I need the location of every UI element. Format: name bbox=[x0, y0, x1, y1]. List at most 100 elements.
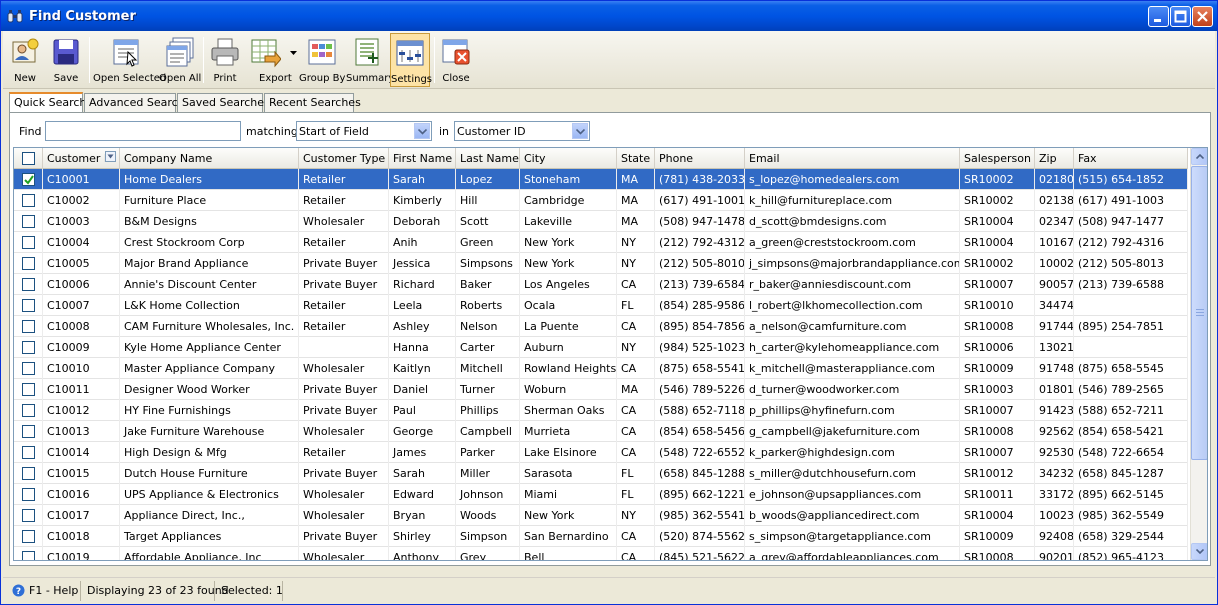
cell-zip: 10023 bbox=[1035, 505, 1074, 526]
column-header-company-name[interactable]: Company Name bbox=[120, 148, 299, 169]
column-header-state[interactable]: State bbox=[617, 148, 655, 169]
row-checkbox[interactable] bbox=[22, 467, 35, 480]
row-checkbox[interactable] bbox=[22, 404, 35, 417]
cell-salesperson: SR10007 bbox=[960, 274, 1035, 295]
table-row[interactable]: C10004 Crest Stockroom Corp Retailer Anih Gr… bbox=[14, 232, 1188, 253]
row-checkbox[interactable] bbox=[22, 299, 35, 312]
maximize-button[interactable] bbox=[1170, 6, 1191, 27]
vertical-scrollbar[interactable] bbox=[1190, 148, 1207, 560]
table-row[interactable]: C10005 Major Brand Appliance Private Buyer… bbox=[14, 253, 1188, 274]
row-checkbox[interactable] bbox=[22, 320, 35, 333]
row-checkbox[interactable] bbox=[22, 551, 35, 560]
selected-count: Selected: 1 bbox=[215, 581, 283, 601]
cell-zip: 10002 bbox=[1035, 253, 1074, 274]
table-row[interactable]: C10011 Designer Wood Worker Private Buyer D… bbox=[14, 379, 1188, 400]
table-row[interactable]: C10016 UPS Appliance & Electronics Wholesa… bbox=[14, 484, 1188, 505]
matching-select[interactable]: Start of Field bbox=[296, 121, 432, 141]
table-row[interactable]: C10014 High Design & Mfg Retailer James Park… bbox=[14, 442, 1188, 463]
title-bar[interactable]: Find Customer bbox=[1, 1, 1217, 31]
row-checkbox[interactable] bbox=[22, 509, 35, 522]
table-row[interactable]: C10003 B&M Designs Wholesaler Deborah Scott L… bbox=[14, 211, 1188, 232]
row-checkbox[interactable] bbox=[22, 530, 35, 543]
cell-phone: (854) 658-5456 bbox=[655, 421, 745, 442]
cell-customer-id: C10015 bbox=[43, 463, 120, 484]
tab-advanced-search[interactable]: Advanced Search bbox=[84, 93, 185, 112]
settings-button[interactable]: Settings bbox=[390, 33, 432, 87]
row-checkbox[interactable] bbox=[22, 236, 35, 249]
scroll-up-button[interactable] bbox=[1191, 148, 1207, 165]
select-all-checkbox[interactable] bbox=[22, 152, 35, 165]
row-checkbox[interactable] bbox=[22, 257, 35, 270]
scroll-thumb[interactable] bbox=[1191, 166, 1207, 460]
table-row[interactable]: C10010 Master Appliance Company Wholesaler… bbox=[14, 358, 1188, 379]
row-checkbox[interactable] bbox=[22, 488, 35, 501]
row-checkbox[interactable] bbox=[22, 425, 35, 438]
column-header-customer-type[interactable]: Customer Type bbox=[299, 148, 389, 169]
table-row[interactable]: C10008 CAM Furniture Wholesales, Inc. Reta… bbox=[14, 316, 1188, 337]
cell-phone: (520) 874-5562 bbox=[655, 526, 745, 547]
cell-phone: (212) 505-8010 bbox=[655, 253, 745, 274]
column-header-last-name[interactable]: Last Name bbox=[456, 148, 520, 169]
cell-customer-type: Private Buyer bbox=[299, 379, 389, 400]
tab-saved-searches[interactable]: Saved Searches bbox=[177, 93, 270, 112]
table-row[interactable]: C10015 Dutch House Furniture Private Buyer… bbox=[14, 463, 1188, 484]
new-button[interactable]: New bbox=[5, 33, 45, 87]
print-button[interactable]: Print bbox=[206, 33, 244, 87]
find-input[interactable] bbox=[45, 121, 241, 141]
table-row[interactable]: C10018 Target Appliances Private Buyer Shir… bbox=[14, 526, 1188, 547]
dropdown-arrow-icon[interactable] bbox=[290, 51, 297, 55]
thumb-grip bbox=[1196, 312, 1204, 313]
cell-phone: (658) 845-1288 bbox=[655, 463, 745, 484]
scroll-down-button[interactable] bbox=[1191, 543, 1207, 560]
close-button[interactable]: Close bbox=[437, 33, 475, 87]
row-checkbox[interactable] bbox=[22, 278, 35, 291]
row-checkbox[interactable] bbox=[22, 446, 35, 459]
table-row[interactable]: C10002 Furniture Place Retailer Kimberly Hil… bbox=[14, 190, 1188, 211]
table-row[interactable]: C10001 Home Dealers Retailer Sarah Lopez Ston… bbox=[14, 169, 1188, 190]
row-checkbox[interactable] bbox=[22, 173, 35, 186]
in-field-select[interactable]: Customer ID bbox=[454, 121, 590, 141]
row-checkbox[interactable] bbox=[22, 215, 35, 228]
cell-email: k_parker@highdesign.com bbox=[745, 442, 960, 463]
help-panel[interactable]: ? F1 - Help bbox=[7, 581, 81, 601]
close-window-button[interactable] bbox=[1192, 6, 1213, 27]
column-header-zip[interactable]: Zip bbox=[1035, 148, 1074, 169]
table-row[interactable]: C10019 Affordable Appliance, Inc Wholesale… bbox=[14, 547, 1188, 560]
table-row[interactable]: C10007 L&K Home Collection Retailer Leela Ro… bbox=[14, 295, 1188, 316]
open-all-button[interactable]: Open All bbox=[159, 33, 201, 87]
cell-company-name: Crest Stockroom Corp bbox=[120, 232, 299, 253]
cell-customer-type bbox=[299, 337, 389, 358]
results-grid: Customer ID Company Name Customer Type Firs… bbox=[13, 147, 1208, 561]
cell-state: NY bbox=[617, 253, 655, 274]
tab-quick-search[interactable]: Quick Search bbox=[9, 92, 86, 112]
row-checkbox[interactable] bbox=[22, 341, 35, 354]
tab-recent-searches[interactable]: Recent Searches bbox=[264, 93, 361, 112]
matching-dropdown-button[interactable] bbox=[414, 123, 430, 139]
row-checkbox[interactable] bbox=[22, 194, 35, 207]
minimize-button[interactable] bbox=[1148, 6, 1169, 27]
save-button[interactable]: Save bbox=[47, 33, 85, 87]
column-header-fax[interactable]: Fax bbox=[1074, 148, 1188, 169]
in-field-dropdown-button[interactable] bbox=[572, 123, 588, 139]
group-by-button[interactable]: Group By bbox=[299, 33, 345, 87]
table-row[interactable]: C10012 HY Fine Furnishings Private Buyer Pa… bbox=[14, 400, 1188, 421]
row-checkbox[interactable] bbox=[22, 383, 35, 396]
column-header-first-name[interactable]: First Name bbox=[389, 148, 456, 169]
cell-email: r_baker@anniesdiscount.com bbox=[745, 274, 960, 295]
column-header-salesperson[interactable]: Salesperson bbox=[960, 148, 1035, 169]
table-row[interactable]: C10017 Appliance Direct, Inc., Wholesaler B… bbox=[14, 505, 1188, 526]
cell-phone: (854) 285-9586 bbox=[655, 295, 745, 316]
table-row[interactable]: C10006 Annie's Discount Center Private Buy… bbox=[14, 274, 1188, 295]
export-button[interactable]: Export bbox=[246, 33, 300, 87]
table-row[interactable]: C10013 Jake Furniture Warehouse Wholesaler… bbox=[14, 421, 1188, 442]
column-header-email[interactable]: Email bbox=[745, 148, 960, 169]
column-header-phone[interactable]: Phone bbox=[655, 148, 745, 169]
column-header-customer-id[interactable]: Customer ID bbox=[43, 148, 120, 169]
table-row[interactable]: C10009 Kyle Home Appliance Center Hanna Car… bbox=[14, 337, 1188, 358]
cell-fax: (875) 658-5545 bbox=[1074, 358, 1188, 379]
row-checkbox[interactable] bbox=[22, 362, 35, 375]
open-selected-button[interactable]: Open Selected bbox=[93, 33, 166, 87]
summary-button[interactable]: Summary bbox=[346, 33, 394, 87]
column-filter-icon[interactable] bbox=[105, 151, 116, 162]
column-header-city[interactable]: City bbox=[520, 148, 617, 169]
